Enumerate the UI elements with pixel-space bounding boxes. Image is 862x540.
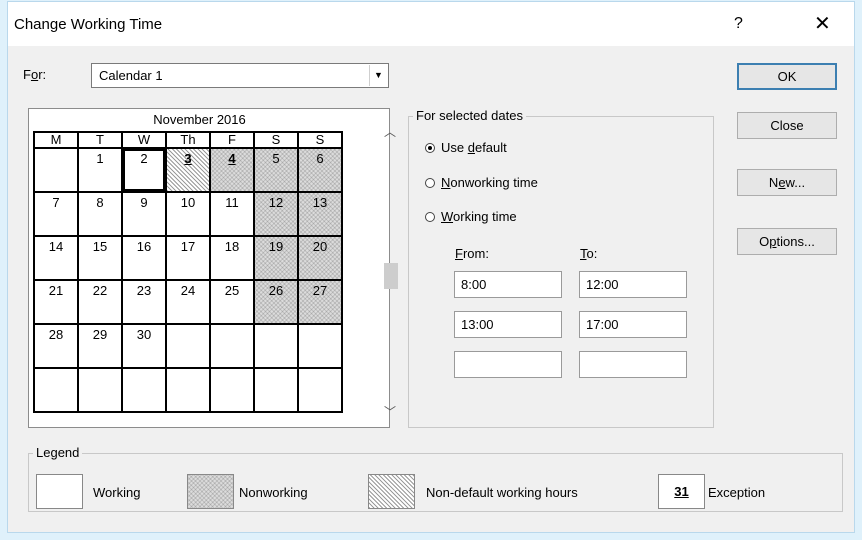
weekday-header: T (77, 131, 123, 149)
use-default-label: Use default (441, 140, 507, 155)
calendar-scrollbar[interactable]: ︿ ﹀ (381, 117, 399, 420)
calendar-day-28[interactable]: 28 (33, 323, 79, 369)
calendar-day-11[interactable]: 11 (209, 191, 255, 237)
selected-dates-title: For selected dates (413, 108, 526, 123)
weekday-header: W (121, 131, 167, 149)
calendar-day-14[interactable]: 14 (33, 235, 79, 281)
calendar-day-15[interactable]: 15 (77, 235, 123, 281)
legend-title: Legend (33, 445, 83, 460)
calendar-day-9[interactable]: 9 (121, 191, 167, 237)
calendar-empty-cell (253, 323, 299, 369)
from-time-field-1[interactable]: 8:00 (454, 271, 562, 298)
scroll-up-icon[interactable]: ︿ (381, 123, 399, 140)
working-time-radio[interactable]: Working time (425, 209, 517, 224)
calendar-select[interactable]: Calendar 1 ▼ (91, 63, 389, 88)
weekday-header: S (297, 131, 343, 149)
calendar-day-7[interactable]: 7 (33, 191, 79, 237)
help-button[interactable]: ? (734, 15, 743, 33)
calendar-day-18[interactable]: 18 (209, 235, 255, 281)
calendar-day-4[interactable]: 4 (209, 147, 255, 193)
calendar-day-13[interactable]: 13 (297, 191, 343, 237)
exception-legend-label: Exception (708, 485, 766, 500)
calendar-empty-cell (33, 367, 79, 413)
for-label: For: (23, 67, 47, 82)
radio-checked-icon (425, 142, 435, 153)
calendar-month-title: November 2016 (153, 112, 246, 127)
to-time-field-1[interactable]: 12:00 (579, 271, 687, 298)
calendar-day-2[interactable]: 2 (121, 147, 167, 193)
weekday-header: M (33, 131, 79, 149)
calendar-day-1[interactable]: 1 (77, 147, 123, 193)
to-label: To: (580, 246, 598, 261)
options-button[interactable]: Options... (737, 228, 837, 255)
calendar-empty-cell (165, 323, 211, 369)
calendar-day-3[interactable]: 3 (165, 147, 211, 193)
calendar-day-27[interactable]: 27 (297, 279, 343, 325)
calendar-select-value: Calendar 1 (99, 68, 163, 83)
calendar-day-20[interactable]: 20 (297, 235, 343, 281)
calendar-day-6[interactable]: 6 (297, 147, 343, 193)
working-swatch (36, 474, 83, 509)
from-time-field-3[interactable] (454, 351, 562, 378)
change-working-time-dialog: Change Working Time ? ✕ For: Calendar 1 … (7, 1, 855, 533)
calendar-grid: M T W Th F S S 1 2 3 4 5 6 7 8 9 10 11 12 13 14 15 16 17… (33, 131, 343, 413)
from-time-field-2[interactable]: 13:00 (454, 311, 562, 338)
calendar-empty-cell (33, 147, 79, 193)
weekday-header: S (253, 131, 299, 149)
new-button[interactable]: New... (737, 169, 837, 196)
use-default-radio[interactable]: Use default (425, 140, 507, 155)
from-label: From: (455, 246, 489, 261)
nonworking-time-radio[interactable]: Nonworking time (425, 175, 538, 190)
calendar-empty-cell (77, 367, 123, 413)
nondefault-swatch (368, 474, 415, 509)
calendar-day-21[interactable]: 21 (33, 279, 79, 325)
scroll-thumb[interactable] (384, 263, 398, 289)
nonworking-swatch (187, 474, 234, 509)
calendar-day-5[interactable]: 5 (253, 147, 299, 193)
weekday-header: Th (165, 131, 211, 149)
nondefault-legend-label: Non-default working hours (426, 485, 578, 500)
calendar-view: November 2016 M T W Th F S S 1 2 3 4 5 6 7 8 9 10… (28, 108, 398, 428)
ok-button[interactable]: OK (737, 63, 837, 90)
calendar-empty-cell (165, 367, 211, 413)
scroll-down-icon[interactable]: ﹀ (381, 403, 399, 420)
dropdown-arrow-icon[interactable]: ▼ (369, 65, 387, 86)
radio-unchecked-icon (425, 177, 435, 188)
calendar-empty-cell (297, 323, 343, 369)
calendar-day-29[interactable]: 29 (77, 323, 123, 369)
calendar-day-22[interactable]: 22 (77, 279, 123, 325)
calendar-day-30[interactable]: 30 (121, 323, 167, 369)
exception-swatch: 31 (658, 474, 705, 509)
title-bar: Change Working Time ? ✕ (8, 2, 854, 46)
calendar-empty-cell (297, 367, 343, 413)
calendar-empty-cell (253, 367, 299, 413)
dialog-title: Change Working Time (14, 16, 163, 33)
close-button[interactable]: Close (737, 112, 837, 139)
close-window-button[interactable]: ✕ (814, 11, 831, 36)
calendar-day-8[interactable]: 8 (77, 191, 123, 237)
calendar-empty-cell (121, 367, 167, 413)
calendar-day-17[interactable]: 17 (165, 235, 211, 281)
calendar-day-25[interactable]: 25 (209, 279, 255, 325)
nonworking-legend-label: Nonworking (239, 485, 308, 500)
calendar-day-26[interactable]: 26 (253, 279, 299, 325)
working-legend-label: Working (93, 485, 141, 500)
nonworking-time-label: Nonworking time (441, 175, 538, 190)
calendar-day-19[interactable]: 19 (253, 235, 299, 281)
calendar-day-10[interactable]: 10 (165, 191, 211, 237)
calendar-empty-cell (209, 367, 255, 413)
calendar-day-23[interactable]: 23 (121, 279, 167, 325)
calendar-day-24[interactable]: 24 (165, 279, 211, 325)
calendar-empty-cell (209, 323, 255, 369)
calendar-day-16[interactable]: 16 (121, 235, 167, 281)
radio-unchecked-icon (425, 211, 435, 222)
calendar-day-12[interactable]: 12 (253, 191, 299, 237)
legend-group: Legend (28, 445, 843, 512)
to-time-field-2[interactable]: 17:00 (579, 311, 687, 338)
weekday-header: F (209, 131, 255, 149)
to-time-field-3[interactable] (579, 351, 687, 378)
working-time-label: Working time (441, 209, 517, 224)
